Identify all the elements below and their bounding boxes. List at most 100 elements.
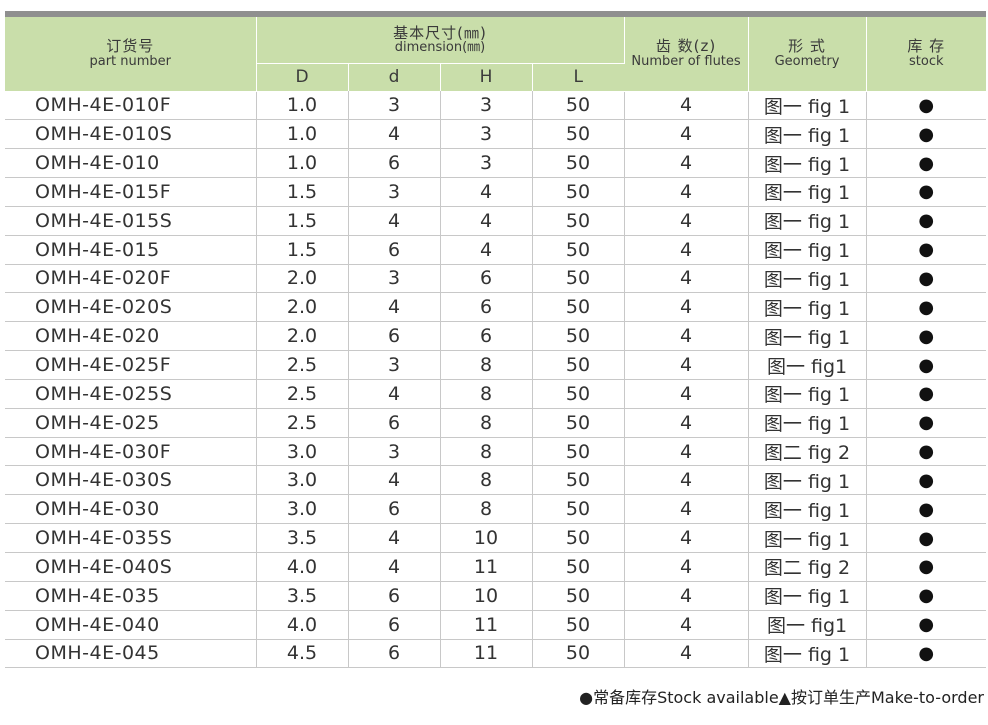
stock-cell: ● — [866, 552, 987, 582]
flutes-cell: 4 — [624, 523, 749, 553]
flutes-cell: 4 — [624, 264, 749, 294]
table-row: OMH-4E-030 3.0 6 8 50 4 图一 fig 1 ● — [5, 494, 987, 525]
geometry-cell: 图一 fig 1 — [748, 206, 867, 236]
stock-cell: ● — [866, 437, 987, 467]
dim-L-cell: 50 — [532, 639, 625, 669]
part-number-cell: OMH-4E-015 — [5, 235, 257, 265]
geometry-cell: 图一 fig 1 — [748, 523, 867, 553]
part-number-cell: OMH-4E-020F — [5, 264, 257, 294]
dim-H-cell: 8 — [440, 350, 533, 380]
part-number-cell: OMH-4E-010F — [5, 91, 257, 121]
dim-D-cell: 2.0 — [256, 264, 349, 294]
dim-H-cell: 8 — [440, 465, 533, 496]
dim-H-header: H — [440, 63, 533, 91]
dim-d-cell: 3 — [348, 177, 441, 207]
dim-L-cell: 50 — [532, 494, 625, 525]
flutes-cell: 4 — [624, 177, 749, 207]
table-body: OMH-4E-010F 1.0 3 3 50 4 图一 fig 1 ● OMH-4E-010S 1… — [5, 91, 987, 669]
table-row: OMH-4E-010F 1.0 3 3 50 4 图一 fig 1 ● — [5, 91, 987, 121]
flutes-cell: 4 — [624, 494, 749, 525]
dim-D-cell: 1.0 — [256, 91, 349, 121]
geometry-cell: 图一 fig 1 — [748, 465, 867, 496]
dim-H-cell: 4 — [440, 206, 533, 236]
part-number-cell: OMH-4E-030S — [5, 465, 257, 496]
dim-D-cell: 3.0 — [256, 465, 349, 496]
dim-L-cell: 50 — [532, 350, 625, 380]
geometry-header-en: Geometry — [774, 53, 840, 69]
flutes-cell: 4 — [624, 639, 749, 669]
dim-d-cell: 6 — [348, 581, 441, 611]
dim-H-cell: 11 — [440, 610, 533, 640]
dim-d-cell: 3 — [348, 264, 441, 294]
dim-d-cell: 4 — [348, 552, 441, 582]
part-number-cell: OMH-4E-020 — [5, 321, 257, 352]
dimension-header-en: dimension(㎜) — [394, 40, 486, 56]
stock-cell: ● — [866, 292, 987, 323]
table-row: OMH-4E-035 3.5 6 10 50 4 图一 fig 1 ● — [5, 581, 987, 611]
dim-d-cell: 6 — [348, 610, 441, 640]
flutes-cell: 4 — [624, 235, 749, 265]
stock-cell: ● — [866, 494, 987, 525]
part-number-cell: OMH-4E-020S — [5, 292, 257, 323]
flutes-cell: 4 — [624, 408, 749, 438]
stock-cell: ● — [866, 639, 987, 669]
stock-header: 库 存 stock — [866, 17, 987, 92]
dim-D-cell: 1.5 — [256, 235, 349, 265]
flutes-header-zh: 齿 数(z) — [655, 37, 717, 56]
stock-cell: ● — [866, 264, 987, 294]
part-number-cell: OMH-4E-035S — [5, 523, 257, 553]
dim-d-cell: 4 — [348, 379, 441, 409]
stock-cell: ● — [866, 350, 987, 380]
stock-header-en: stock — [909, 53, 944, 69]
part-number-cell: OMH-4E-045 — [5, 639, 257, 669]
dim-L-cell: 50 — [532, 437, 625, 467]
table-row: OMH-4E-040 4.0 6 11 50 4 图一 fig1 ● — [5, 610, 987, 640]
geometry-cell: 图一 fig 1 — [748, 264, 867, 294]
flutes-cell: 4 — [624, 552, 749, 582]
dim-L-cell: 50 — [532, 264, 625, 294]
geometry-header-zh: 形 式 — [788, 37, 826, 56]
part-number-cell: OMH-4E-025S — [5, 379, 257, 409]
dim-L-cell: 50 — [532, 523, 625, 553]
stock-cell: ● — [866, 379, 987, 409]
geometry-cell: 图一 fig 1 — [748, 177, 867, 207]
dim-L-cell: 50 — [532, 292, 625, 323]
table-row: OMH-4E-030S 3.0 4 8 50 4 图一 fig 1 ● — [5, 465, 987, 496]
dim-L-header: L — [532, 63, 625, 91]
dim-H-cell: 3 — [440, 148, 533, 179]
product-spec-table: 订货号 part number 基本尺寸(㎜) dimension(㎜) 齿 数… — [5, 17, 987, 669]
part-number-cell: OMH-4E-015F — [5, 177, 257, 207]
dim-H-cell: 6 — [440, 292, 533, 323]
geometry-cell: 图一 fig1 — [748, 350, 867, 380]
part-number-cell: OMH-4E-040S — [5, 552, 257, 582]
dim-H-cell: 4 — [440, 235, 533, 265]
part-number-cell: OMH-4E-010 — [5, 148, 257, 179]
geometry-cell: 图一 fig 1 — [748, 408, 867, 438]
table-row: OMH-4E-020F 2.0 3 6 50 4 图一 fig 1 ● — [5, 264, 987, 294]
dim-H-cell: 10 — [440, 523, 533, 553]
part-number-cell: OMH-4E-035 — [5, 581, 257, 611]
stock-cell: ● — [866, 177, 987, 207]
dim-d-cell: 3 — [348, 437, 441, 467]
dim-d-cell: 4 — [348, 119, 441, 150]
dim-D-cell: 1.5 — [256, 177, 349, 207]
dim-H-cell: 8 — [440, 408, 533, 438]
table-row: OMH-4E-025F 2.5 3 8 50 4 图一 fig1 ● — [5, 350, 987, 380]
table-row: OMH-4E-010 1.0 6 3 50 4 图一 fig 1 ● — [5, 148, 987, 179]
dim-H-cell: 8 — [440, 494, 533, 525]
dim-d-cell: 3 — [348, 91, 441, 121]
stock-cell: ● — [866, 465, 987, 496]
part-number-cell: OMH-4E-040 — [5, 610, 257, 640]
part-number-cell: OMH-4E-030F — [5, 437, 257, 467]
table-row: OMH-4E-045 4.5 6 11 50 4 图一 fig 1 ● — [5, 639, 987, 669]
dim-D-cell: 3.0 — [256, 494, 349, 525]
flutes-cell: 4 — [624, 91, 749, 121]
dim-L-cell: 50 — [532, 148, 625, 179]
stock-cell: ● — [866, 148, 987, 179]
dim-L-cell: 50 — [532, 379, 625, 409]
dim-D-cell: 3.5 — [256, 523, 349, 553]
dim-d-cell: 4 — [348, 206, 441, 236]
stock-cell: ● — [866, 523, 987, 553]
geometry-cell: 图一 fig 1 — [748, 581, 867, 611]
dim-D-cell: 2.5 — [256, 350, 349, 380]
